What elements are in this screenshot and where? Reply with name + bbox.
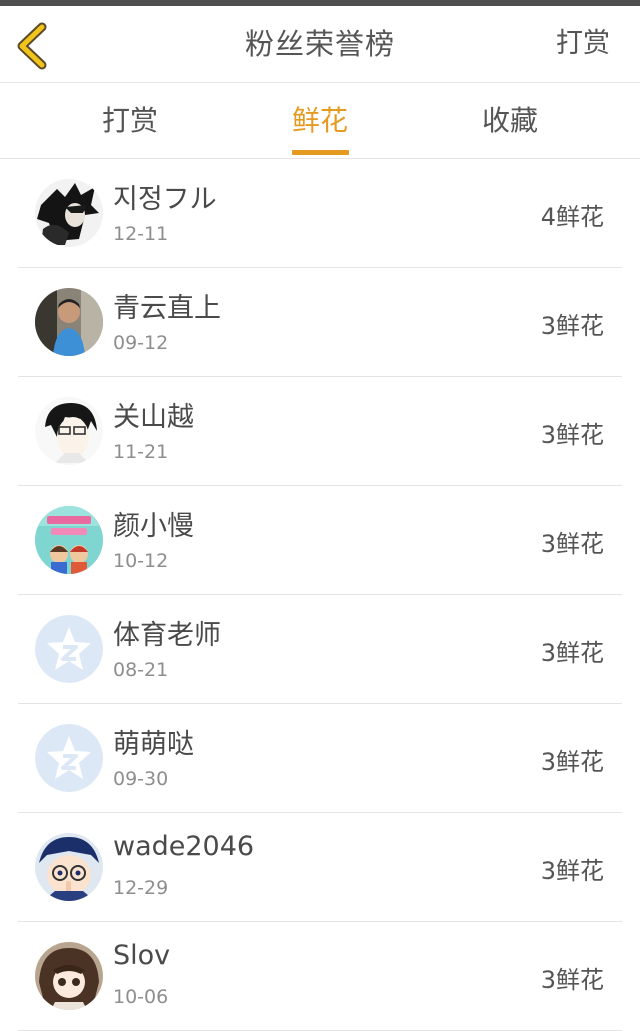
fan-name: 关山越: [113, 402, 194, 433]
avatar: [35, 288, 103, 356]
avatar: [35, 506, 103, 574]
flower-count: 3鲜花: [540, 966, 604, 994]
fan-name: 体育老师: [113, 620, 221, 651]
fan-name: wade2046: [113, 831, 255, 862]
avatar: [35, 724, 103, 792]
avatar: [35, 942, 103, 1010]
app-header: 粉丝荣誉榜 打赏: [0, 6, 640, 83]
list-item[interactable]: 颜小慢 10-12 3鲜花: [18, 486, 622, 595]
fan-name: 지정フル: [113, 184, 217, 215]
fan-date: 12-11: [113, 223, 169, 245]
page-title: 粉丝荣誉榜: [244, 27, 395, 61]
flower-count: 4鲜花: [540, 203, 604, 231]
fan-date: 09-12: [113, 332, 169, 354]
flower-count: 3鲜花: [540, 421, 604, 449]
flower-count: 3鲜花: [540, 312, 604, 340]
fan-date: 11-21: [113, 441, 169, 463]
fan-date: 12-29: [113, 877, 169, 899]
fan-date: 10-06: [113, 986, 169, 1008]
fan-name: Slov: [113, 940, 171, 971]
fan-list: 지정フル 12-11 4鲜花 青云直上 09-12 3鲜花 关山越 11-21 …: [18, 159, 622, 1031]
chevron-left-icon: [17, 22, 47, 70]
tab-favorites[interactable]: 收藏: [440, 83, 580, 158]
list-item[interactable]: Slov 10-06 3鲜花: [18, 922, 622, 1031]
fan-date: 08-21: [113, 659, 169, 681]
back-button[interactable]: [14, 22, 54, 70]
default-star-avatar-icon: [35, 615, 103, 683]
fan-date: 09-30: [113, 768, 169, 790]
reward-button[interactable]: 打赏: [556, 6, 610, 82]
avatar: [35, 833, 103, 901]
list-item[interactable]: 体育老师 08-21 3鲜花: [18, 595, 622, 704]
avatar: [35, 615, 103, 683]
flower-count: 3鲜花: [540, 748, 604, 776]
flower-count: 3鲜花: [540, 857, 604, 885]
flower-count: 3鲜花: [540, 639, 604, 667]
list-item[interactable]: 青云直上 09-12 3鲜花: [18, 268, 622, 377]
list-item[interactable]: 关山越 11-21 3鲜花: [18, 377, 622, 486]
fan-date: 10-12: [113, 550, 169, 572]
flower-count: 3鲜花: [540, 530, 604, 558]
active-tab-indicator: [292, 150, 349, 155]
avatar: [35, 179, 103, 247]
fan-name: 颜小慢: [113, 511, 194, 542]
default-star-avatar-icon: [35, 724, 103, 792]
list-item[interactable]: 萌萌哒 09-30 3鲜花: [18, 704, 622, 813]
fan-name: 萌萌哒: [113, 729, 194, 760]
list-item[interactable]: 지정フル 12-11 4鲜花: [18, 159, 622, 268]
tab-reward[interactable]: 打赏: [60, 83, 200, 158]
tab-bar: 打赏 鲜花 收藏: [0, 83, 640, 159]
avatar: [35, 397, 103, 465]
tab-flowers[interactable]: 鲜花: [250, 83, 390, 158]
list-item[interactable]: wade2046 12-29 3鲜花: [18, 813, 622, 922]
fan-name: 青云直上: [113, 293, 221, 324]
